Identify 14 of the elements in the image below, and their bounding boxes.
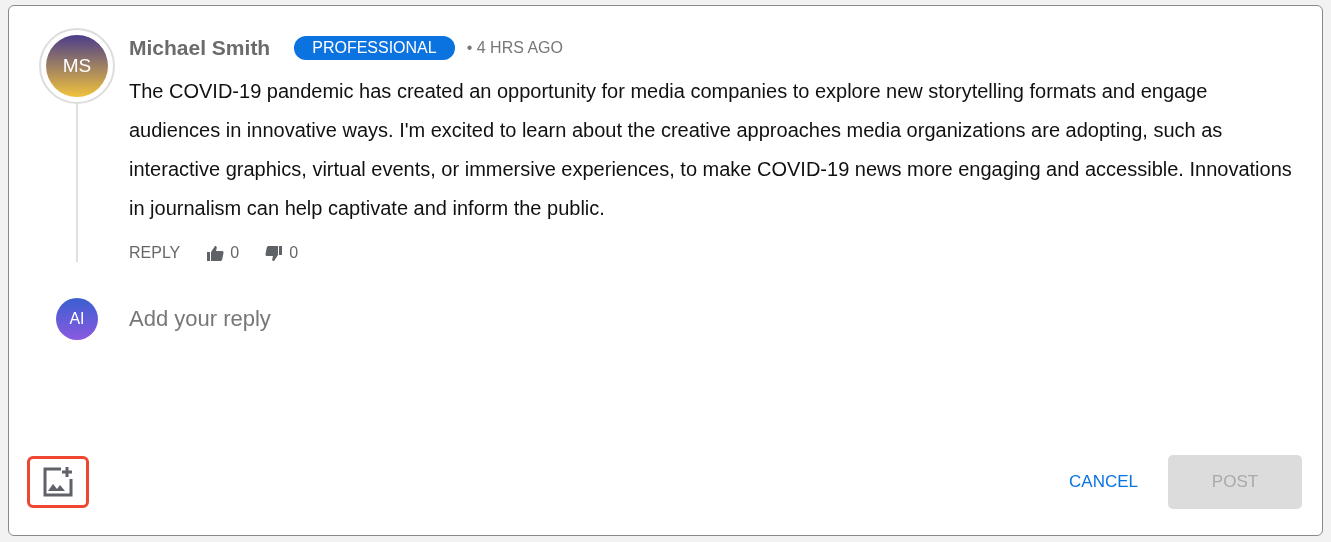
add-image-button[interactable] xyxy=(27,456,89,508)
avatar-initials: AI xyxy=(69,310,85,328)
thumbs-up-icon xyxy=(206,244,225,262)
role-badge: PROFESSIONAL xyxy=(294,36,455,60)
post-time: • 4 HRS AGO xyxy=(466,39,563,57)
thumbs-down-icon xyxy=(265,244,284,262)
author-name: Michael Smith xyxy=(129,36,271,60)
add-image-icon xyxy=(41,465,75,499)
comment-text: The COVID-19 pandemic has created an opportunity for media companies to explore new storytelling formats and engage audiences in innovative ways. I'm excited to learn about the creative approaches media organizations are adopting, such as interactive graphics, virtual events, or immersive experiences, to make COVID-19 news more engaging and accessible. Innovations in journalism can help captivate and inform the public. xyxy=(129,79,1293,221)
reply-button[interactable]: REPLY xyxy=(129,244,181,262)
avatar-initials: MS xyxy=(62,55,92,77)
dislike-button[interactable]: 0 xyxy=(265,244,299,262)
cancel-button[interactable]: CANCEL xyxy=(1063,471,1144,493)
like-button[interactable]: 0 xyxy=(206,244,240,262)
